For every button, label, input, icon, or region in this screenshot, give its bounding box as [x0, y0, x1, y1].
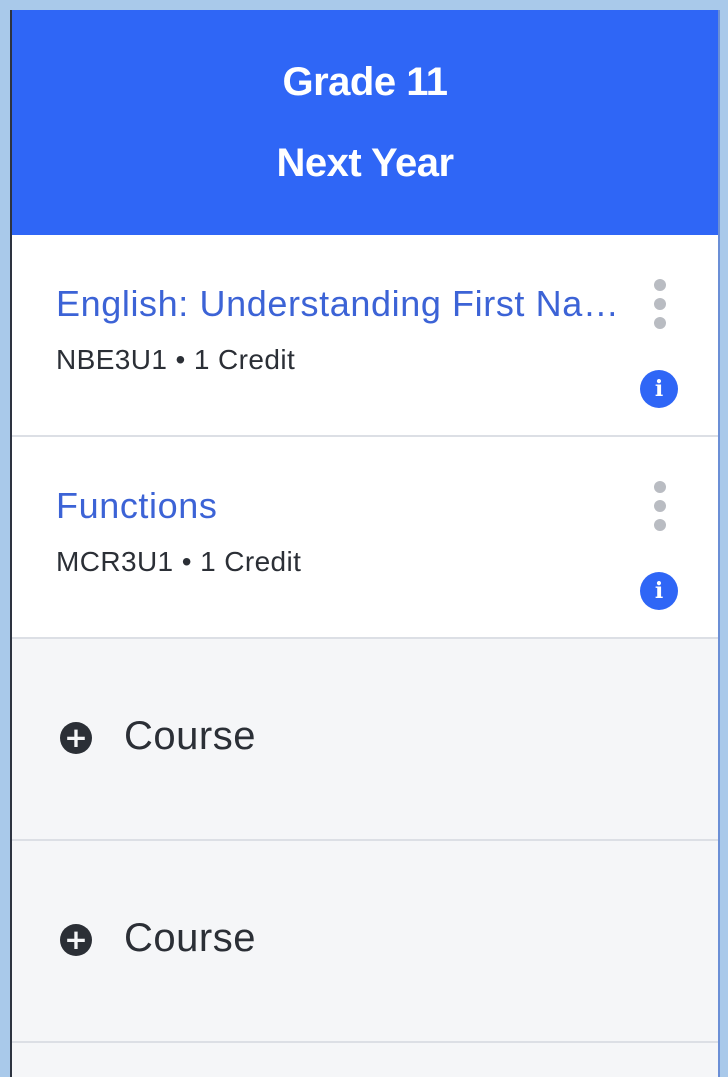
- grade-column-panel: Grade 11 Next Year English: Understandin…: [10, 10, 720, 1077]
- add-course-slot[interactable]: + Course: [12, 639, 718, 841]
- add-course-slot[interactable]: + Course: [12, 841, 718, 1043]
- grade-title: Grade 11: [282, 60, 448, 104]
- year-subtitle: Next Year: [276, 141, 454, 185]
- course-card[interactable]: English: Understanding First Nations, Mé…: [12, 235, 718, 437]
- course-code-credits: MCR3U1 • 1 Credit: [56, 546, 302, 577]
- course-title-link[interactable]: Functions: [56, 484, 626, 528]
- more-options-icon[interactable]: [652, 481, 668, 537]
- plus-circle-icon: +: [60, 924, 92, 956]
- add-course-label: Course: [124, 916, 256, 960]
- course-card[interactable]: Functions MCR3U1 • 1 Credit i: [12, 437, 718, 639]
- grade-header: Grade 11 Next Year: [12, 10, 718, 235]
- add-course-label: Course: [124, 714, 256, 758]
- info-icon[interactable]: i: [640, 370, 678, 408]
- course-code-credits: NBE3U1 • 1 Credit: [56, 344, 296, 375]
- plus-circle-icon: +: [60, 722, 92, 754]
- course-title-link[interactable]: English: Understanding First Nations, Mé…: [56, 282, 626, 326]
- more-options-icon[interactable]: [652, 279, 668, 335]
- info-icon[interactable]: i: [640, 572, 678, 610]
